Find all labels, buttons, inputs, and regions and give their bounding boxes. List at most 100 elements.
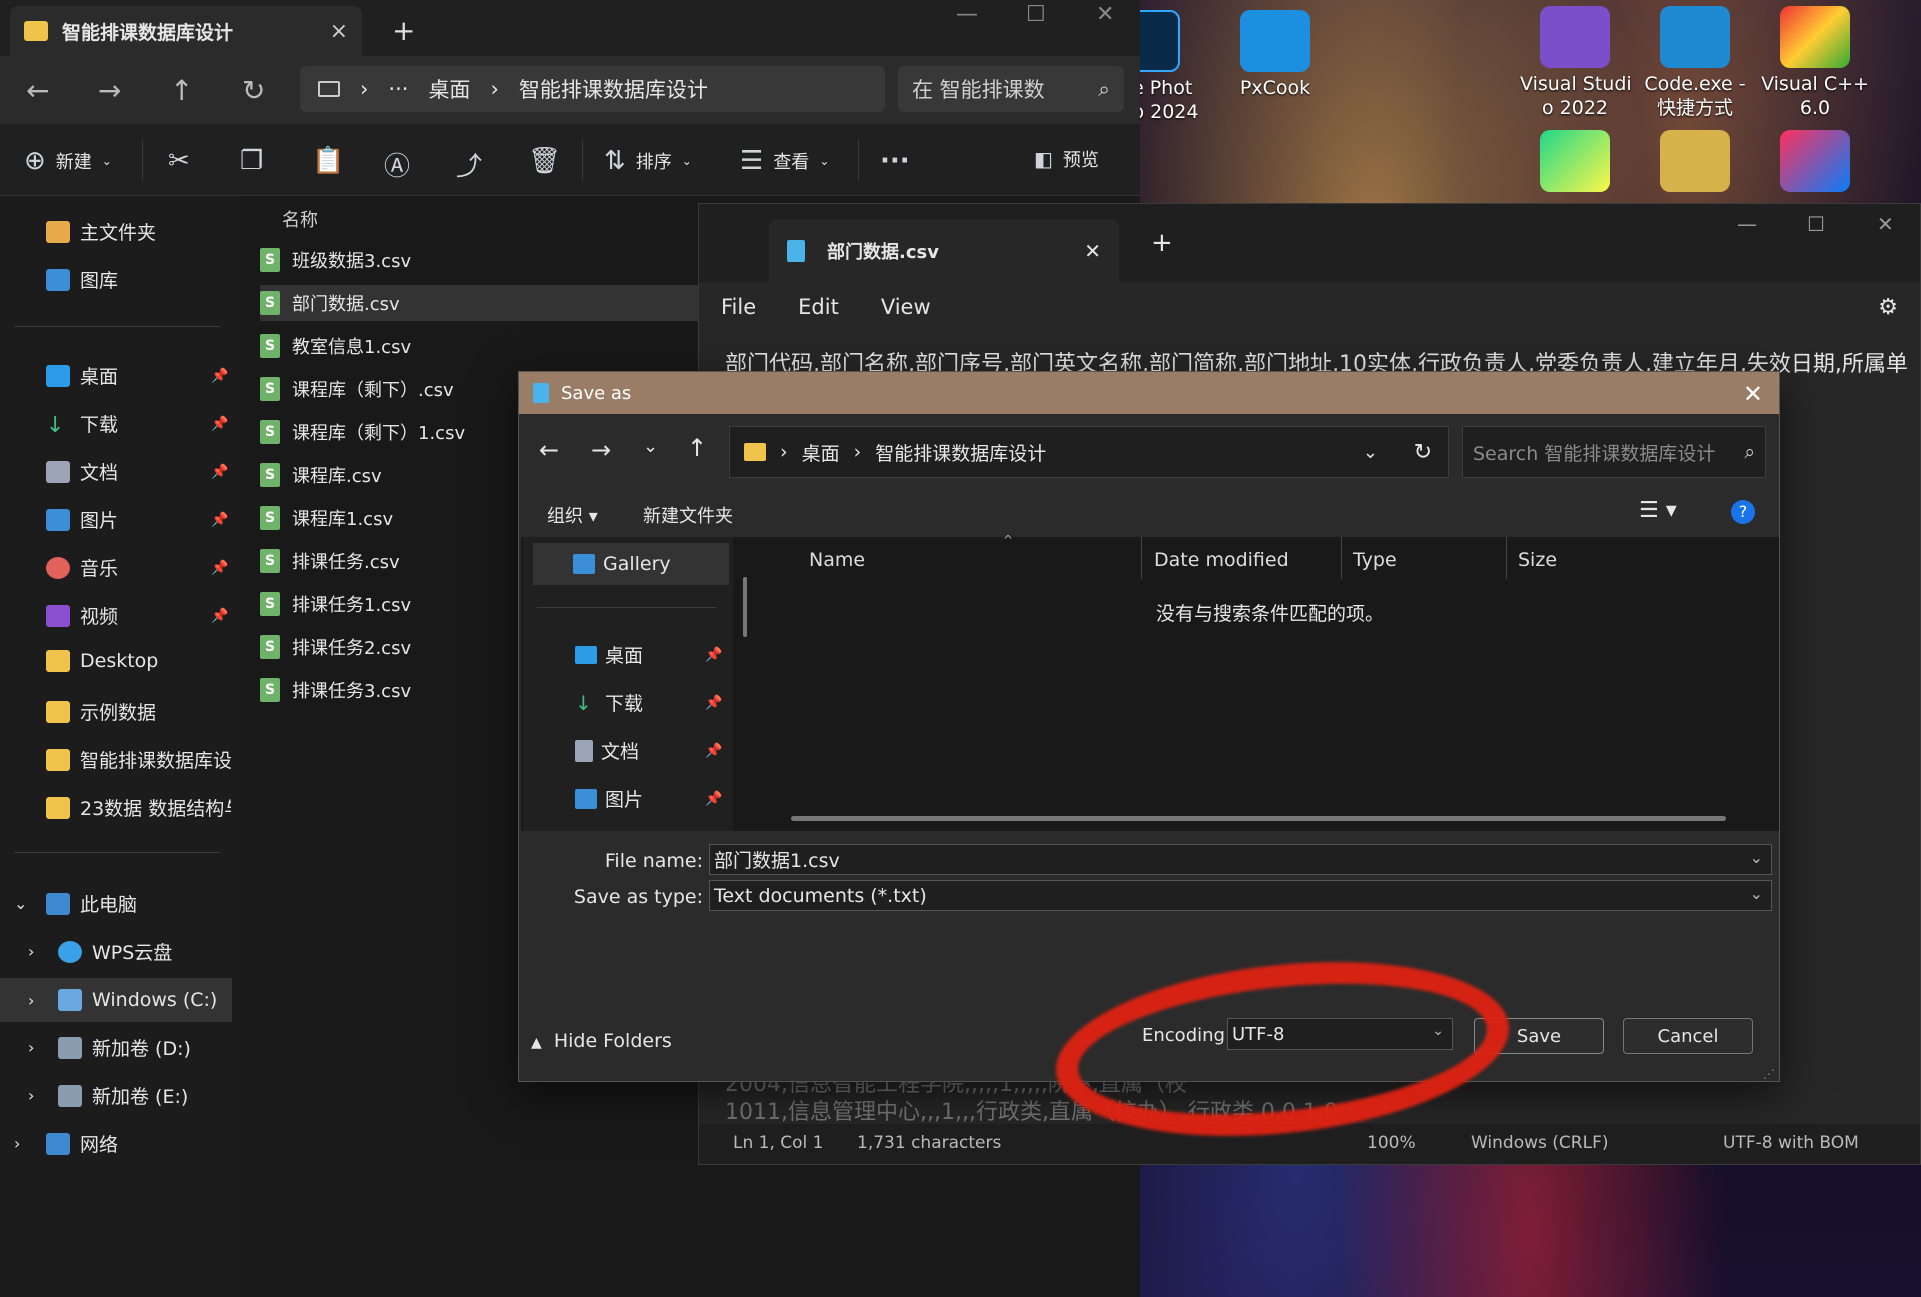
pin-icon[interactable]: 📌 [211,464,228,480]
minimize-icon[interactable]: — [1737,212,1757,236]
cancel-button[interactable]: Cancel [1623,1018,1753,1054]
rename-button[interactable]: Ⓐ [384,146,410,183]
dialog-nav-pictures[interactable]: 图片 📌 [575,785,725,812]
share-button[interactable]: ⤴ [456,146,482,183]
breadcrumb-project[interactable]: 智能排课数据库设计 [519,74,708,104]
maximize-icon[interactable]: ☐ [1026,2,1046,27]
desktop-icon-vscode[interactable]: Code.exe - 快捷方式 [1640,6,1750,120]
nav-network[interactable]: › 网络 [14,1130,199,1157]
dialog-address-bar[interactable]: › 桌面 › 智能排课数据库设计 ⌄ ↻ [729,426,1449,478]
close-icon[interactable]: ✕ [1743,380,1763,408]
cut-button[interactable]: ✂ [168,146,190,176]
nav-ds-folder[interactable]: 23数据 数据结构与 [46,794,231,821]
nav-this-pc[interactable]: ⌄ 此电脑 [14,890,199,917]
column-header-type[interactable]: Type [1353,549,1397,571]
breadcrumb-desktop[interactable]: 桌面 [802,439,840,466]
nav-home[interactable]: 主文件夹 [46,218,231,245]
breadcrumb-project[interactable]: 智能排课数据库设计 [875,439,1046,466]
dialog-nav-gallery[interactable]: Gallery [533,543,729,585]
nav-desktop[interactable]: 桌面 📌 [46,362,231,389]
dialog-nav-downloads[interactable]: ↓ 下载 📌 [575,689,725,716]
menu-edit[interactable]: Edit [798,295,839,319]
chevron-right-icon[interactable]: › [28,1086,48,1105]
desktop-icon-visual-cpp[interactable]: Visual C++ 6.0 [1760,6,1870,120]
forward-icon[interactable]: → [591,436,611,464]
explorer-tab[interactable]: 智能排课数据库设计 × [10,6,362,56]
nav-pictures[interactable]: 图片 📌 [46,506,231,533]
chevron-right-icon[interactable]: › [14,1134,36,1153]
desktop-icon-pxcook[interactable]: PxCook [1220,10,1330,100]
pin-icon[interactable]: 📌 [705,743,722,759]
close-tab-icon[interactable]: × [330,19,348,44]
address-bar[interactable]: › ··· 桌面 › 智能排课数据库设计 [300,66,885,112]
back-icon[interactable]: ← [539,436,559,464]
pin-icon[interactable]: 📌 [211,416,228,432]
preview-button[interactable]: ◧ 预览 [1034,146,1099,172]
maximize-icon[interactable]: ☐ [1807,212,1825,236]
nav-e-drive[interactable]: › 新加卷 (E:) [28,1082,213,1109]
desktop-icon-pycharm[interactable] [1520,130,1630,196]
close-window-icon[interactable]: ✕ [1877,212,1894,236]
nav-desktop-folder[interactable]: Desktop [46,650,231,672]
help-icon[interactable]: ? [1731,500,1755,524]
pin-icon[interactable]: 📌 [211,608,228,624]
close-window-icon[interactable]: ✕ [1096,2,1114,27]
nav-downloads[interactable]: ↓ 下载 📌 [46,410,231,438]
filename-input[interactable]: 部门数据1.csv ⌄ [709,844,1772,875]
copy-button[interactable]: ❐ [240,146,263,176]
refresh-icon[interactable]: ↻ [242,74,265,107]
chevron-right-icon[interactable]: › [28,942,48,961]
column-separator[interactable] [1506,537,1507,579]
pin-icon[interactable]: 📌 [211,368,228,384]
desktop-icon-visual-studio[interactable]: Visual Studi o 2022 [1520,6,1632,120]
up-icon[interactable]: ↑ [170,74,193,107]
pin-icon[interactable]: 📌 [211,512,228,528]
close-tab-icon[interactable]: ✕ [1084,239,1101,263]
nav-project-folder[interactable]: 智能排课数据库设计 [46,746,231,773]
new-button[interactable]: ⊕ 新建 ⌄ [24,146,112,176]
column-separator[interactable] [1341,537,1342,579]
breadcrumb-desktop[interactable]: 桌面 [428,74,470,104]
save-as-type-select[interactable]: Text documents (*.txt) ⌄ [709,880,1772,911]
nav-music[interactable]: 音乐 📌 [46,554,231,581]
breadcrumb-more[interactable]: ··· [388,77,408,101]
view-options-icon[interactable]: ☰ ▾ [1639,498,1677,523]
resize-grip-icon[interactable]: ⋰ [1763,1067,1775,1081]
notepad-tab[interactable]: 部门数据.csv ✕ [769,219,1119,282]
chevron-right-icon[interactable]: › [28,1038,48,1057]
chevron-right-icon[interactable]: › [28,991,48,1010]
column-header-date[interactable]: Date modified [1154,549,1289,571]
menu-view[interactable]: View [881,295,931,319]
nav-d-drive[interactable]: › 新加卷 (D:) [28,1034,213,1061]
pin-icon[interactable]: 📌 [211,560,228,576]
organize-button[interactable]: 组织 ▾ [547,502,598,528]
menu-file[interactable]: File [721,295,756,319]
desktop-icon-app[interactable] [1640,130,1750,196]
column-separator[interactable] [1141,537,1142,579]
pin-icon[interactable]: 📌 [705,791,722,807]
pin-icon[interactable]: 📌 [705,695,722,711]
new-tab-button[interactable]: + [392,14,415,47]
pin-icon[interactable]: 📌 [705,647,722,663]
explorer-search-box[interactable]: 在 智能排课数 ⌕ [898,66,1124,112]
sort-button[interactable]: ⇅ 排序 ⌄ [604,146,692,176]
chevron-down-icon[interactable]: ⌄ [1750,848,1763,867]
nav-sample-data[interactable]: 示例数据 [46,698,231,725]
column-header-name[interactable]: Name [809,549,865,571]
dialog-nav-desktop[interactable]: 桌面 📌 [575,641,725,668]
dialog-nav-documents[interactable]: 文档 📌 [575,737,725,764]
nav-scrollbar[interactable] [743,577,747,637]
dialog-search-box[interactable]: Search 智能排课数据库设计 ⌕ [1462,426,1766,478]
recent-locations-icon[interactable]: ⌄ [643,436,658,457]
back-icon[interactable]: ← [26,74,49,107]
up-icon[interactable]: ↑ [687,434,707,462]
new-folder-button[interactable]: 新建文件夹 [643,502,733,528]
nav-gallery[interactable]: 图库 [46,266,231,293]
column-header-size[interactable]: Size [1518,549,1557,571]
view-button[interactable]: ☰ 查看 ⌄ [740,146,829,176]
more-options-button[interactable]: ··· [880,146,910,176]
forward-icon[interactable]: → [98,74,121,107]
column-header-name[interactable]: 名称 [282,206,318,232]
nav-wps[interactable]: › WPS云盘 [28,938,213,965]
chevron-down-icon[interactable]: ⌄ [1363,442,1378,463]
